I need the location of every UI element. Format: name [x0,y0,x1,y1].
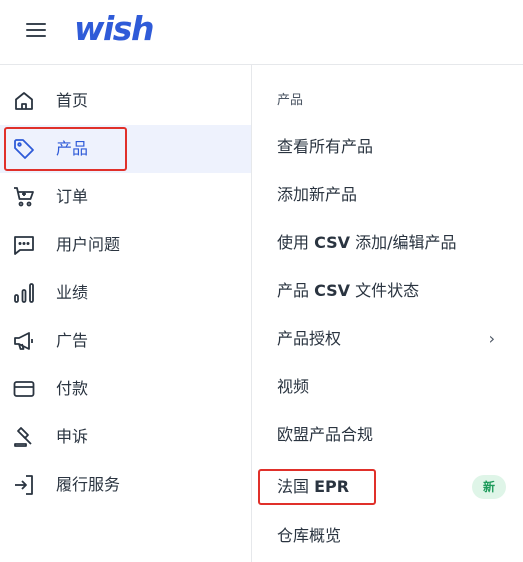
credit-card-icon [13,381,35,397]
products-submenu: 产品 查看所有产品 添加新产品 使用 CSV 添加/编辑产品 产品 CSV 文件… [253,65,523,562]
sidebar-item-payments[interactable]: 付款 [0,365,251,413]
gavel-icon [14,427,32,447]
top-header: wish [0,0,523,65]
sidebar-item-label: 产品 [56,139,89,158]
tag-icon [14,139,34,159]
sidebar-item-label: 付款 [56,379,89,398]
submenu-item-label: 法国 EPR [277,477,350,496]
submenu-item-label: 查看所有产品 [277,137,374,156]
sidebar-item-user-questions[interactable]: 用户问题 [0,221,251,269]
login-arrow-icon [15,475,33,495]
sidebar-item-label: 用户问题 [56,235,121,254]
sidebar-item-orders[interactable]: 订单 [0,173,251,221]
sidebar-nav: 首页 产品 订单 用户问题 业绩 广告 付款 申诉 履行服务 [0,65,252,562]
submenu-item-label: 产品 CSV 文件状态 [277,281,420,300]
submenu-item-csv-file-status[interactable]: 产品 CSV 文件状态 [253,267,523,315]
submenu-item-warehouse-overview[interactable]: 仓库概览 [253,512,523,560]
sidebar-item-label: 首页 [56,91,89,110]
sidebar-item-label: 履行服务 [56,475,121,494]
submenu-item-view-all-products[interactable]: 查看所有产品 [253,123,523,171]
home-icon [15,92,33,110]
submenu-heading: 产品 [277,93,304,108]
sidebar-item-products[interactable]: 产品 [0,125,251,173]
cart-icon [14,187,34,207]
bar-chart-icon [14,283,34,303]
hamburger-menu-icon[interactable] [24,18,48,42]
chevron-right-icon: › [488,329,495,348]
submenu-item-label: 仓库概览 [277,526,342,545]
sidebar-item-label: 广告 [56,331,89,350]
sidebar-item-label: 订单 [56,187,89,206]
sidebar-item-label: 申诉 [56,427,89,446]
submenu-item-label: 产品授权 [277,329,342,348]
megaphone-icon [14,332,33,350]
sidebar-item-fulfillment[interactable]: 履行服务 [0,461,251,509]
submenu-item-product-authorization[interactable]: 产品授权 › [253,315,523,363]
chat-icon [14,236,34,255]
submenu-item-france-epr[interactable]: 法国 EPR 新 [253,463,523,511]
sidebar-item-performance[interactable]: 业绩 [0,269,251,317]
submenu-item-label: 欧盟产品合规 [277,425,374,444]
sidebar-item-home[interactable]: 首页 [0,77,251,125]
submenu-item-label: 添加新产品 [277,185,358,204]
submenu-item-label: 使用 CSV 添加/编辑产品 [277,233,457,252]
new-badge: 新 [472,475,506,499]
submenu-item-csv-add-edit[interactable]: 使用 CSV 添加/编辑产品 [253,219,523,267]
wish-logo[interactable]: wish [74,9,154,48]
sidebar-item-label: 业绩 [56,283,89,302]
sidebar-item-ads[interactable]: 广告 [0,317,251,365]
submenu-item-add-new-product[interactable]: 添加新产品 [253,171,523,219]
submenu-item-eu-compliance[interactable]: 欧盟产品合规 [253,411,523,459]
submenu-item-label: 视频 [277,377,310,396]
submenu-item-videos[interactable]: 视频 [253,363,523,411]
sidebar-item-appeals[interactable]: 申诉 [0,413,251,461]
